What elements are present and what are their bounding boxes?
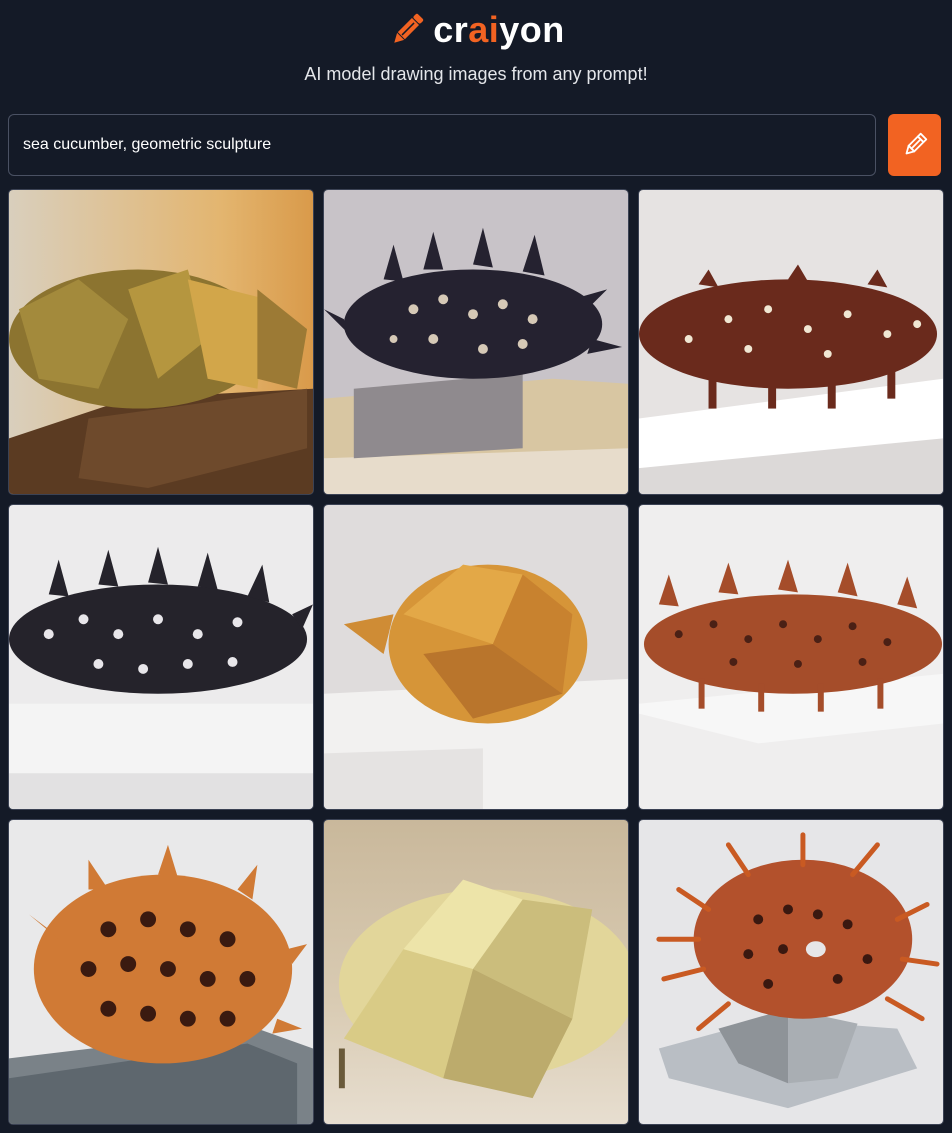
result-image[interactable] — [638, 504, 944, 810]
sculpture-image — [324, 190, 628, 494]
sculpture-image — [639, 505, 943, 809]
result-image[interactable] — [638, 819, 944, 1125]
result-image[interactable] — [8, 504, 314, 810]
results-grid — [8, 189, 944, 1125]
result-image[interactable] — [323, 819, 629, 1125]
logo[interactable]: craiyon — [0, 10, 952, 50]
sculpture-image — [639, 820, 943, 1124]
result-image[interactable] — [8, 189, 314, 495]
sculpture-image — [324, 820, 628, 1124]
result-image[interactable] — [638, 189, 944, 495]
sculpture-image — [9, 820, 313, 1124]
sculpture-image — [9, 190, 313, 494]
result-image[interactable] — [323, 504, 629, 810]
sculpture-image — [639, 190, 943, 494]
logo-text-suffix: yon — [499, 9, 565, 50]
logo-text-highlight: ai — [468, 9, 500, 50]
result-image[interactable] — [323, 189, 629, 495]
search-row — [8, 114, 942, 176]
pencil-icon — [394, 13, 424, 43]
draw-button[interactable] — [888, 114, 941, 176]
sculpture-image — [324, 505, 628, 809]
result-image[interactable] — [8, 819, 314, 1125]
logo-wordmark: craiyon — [433, 10, 565, 50]
prompt-input[interactable] — [8, 114, 876, 176]
pencil-icon — [905, 132, 927, 155]
tagline: AI model drawing images from any prompt! — [304, 64, 648, 84]
sculpture-image — [9, 505, 313, 809]
header: craiyon AI model drawing images from any… — [0, 0, 952, 110]
logo-text-prefix: cr — [433, 9, 469, 50]
